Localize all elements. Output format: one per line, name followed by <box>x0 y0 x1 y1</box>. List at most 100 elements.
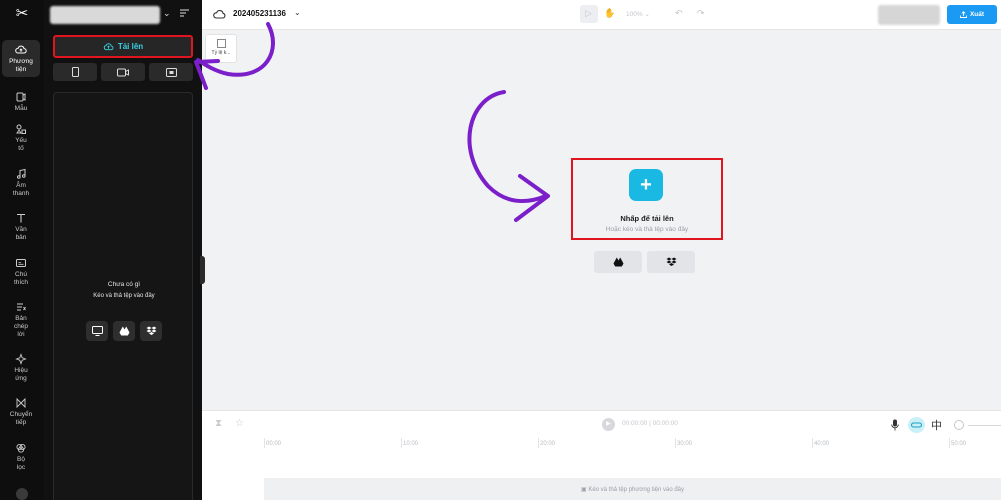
ruler-tick-line <box>264 438 265 448</box>
timeline-area: 00:00 10:00 20:00 30:00 40:00 50:00 ▣ Ké… <box>202 438 1001 500</box>
empty-state-title: Chưa có gì <box>107 281 141 288</box>
export-button[interactable]: Xuất <box>947 5 997 24</box>
media-drop-area[interactable]: Chưa có gì Kéo và thả tệp vào đây <box>53 92 193 500</box>
dropbox-button[interactable] <box>647 251 695 273</box>
undo-icon[interactable]: ↶ <box>675 8 683 19</box>
sparkle-star-icon <box>15 353 27 365</box>
monitor-icon <box>91 326 103 336</box>
upload-button[interactable]: Tải lên <box>53 35 193 58</box>
export-icon <box>960 11 967 18</box>
canvas-upload-zone[interactable]: + Nhấp để tải lên Hoặc kéo và thả tệp và… <box>571 158 723 240</box>
redo-icon[interactable]: ↷ <box>697 8 705 19</box>
ruler-tick: 00:00 <box>266 441 282 447</box>
hand-icon[interactable]: ✋ <box>604 8 615 19</box>
top-bar: 202405231136 ⌄ ▷ ✋ 100% ⌄ ↶ ↷ Xuất <box>202 0 1001 30</box>
rail-more-button[interactable] <box>16 488 28 500</box>
link-icon <box>910 422 923 428</box>
cursor-icon: ▷ <box>585 8 592 18</box>
video-camera-icon <box>117 68 129 76</box>
dropbox-icon <box>666 257 676 266</box>
text-icon <box>17 213 25 223</box>
magnet-link-button[interactable] <box>908 417 925 433</box>
upload-title: Nhấp để tải lên <box>620 214 674 223</box>
dropbox-icon <box>146 326 156 335</box>
ruler-tick: 50:00 <box>951 441 967 447</box>
phone-icon <box>71 67 79 77</box>
panel-collapse-handle[interactable] <box>200 256 205 284</box>
timeline-zoom-icon[interactable] <box>954 420 964 430</box>
rail-item-label: Phương tiện <box>9 58 33 73</box>
ruler-tick-line <box>538 438 539 448</box>
template-icon <box>16 92 26 102</box>
rail-item-elements[interactable]: Yếu tố <box>2 123 40 153</box>
cloud-icon <box>213 9 226 19</box>
phone-source-button[interactable] <box>53 63 97 81</box>
select-tool-button[interactable]: ▷ <box>580 5 598 23</box>
project-title[interactable]: 202405231136 <box>233 9 286 18</box>
computer-source-button[interactable] <box>86 321 108 341</box>
cloud-upload-icon <box>103 43 114 51</box>
transcript-icon <box>17 303 26 311</box>
rail-item-label: Văn bản <box>15 226 27 241</box>
rail-item-transcript[interactable]: Bản chép lời <box>2 301 40 339</box>
filter-icon <box>16 443 26 453</box>
rail-item-label: Yếu tố <box>15 137 27 152</box>
annotation-arrowhead-center <box>514 174 550 222</box>
chevron-down-icon[interactable]: ⌄ <box>294 8 301 17</box>
keyframe-icon[interactable]: ☆ <box>235 418 244 429</box>
microphone-icon[interactable] <box>891 419 899 431</box>
media-panel: ⌄ Tải lên Chưa có gì Kéo và thả tệp vào … <box>44 0 202 500</box>
dropbox-source-button[interactable] <box>140 321 162 341</box>
annotation-arrow-center <box>467 90 548 204</box>
google-drive-button[interactable] <box>594 251 642 273</box>
rail-item-label: Bản chép lời <box>13 315 29 338</box>
ruler-tick-line <box>949 438 950 448</box>
empty-state-subtitle: Kéo và thả tệp vào đây <box>93 293 155 299</box>
rail-item-label: Chuyển tiếp <box>9 411 33 426</box>
play-button[interactable]: ▶ <box>602 418 615 431</box>
rail-item-text[interactable]: Văn bản <box>2 212 40 242</box>
rail-item-filters[interactable]: Bộ lọc <box>2 442 40 472</box>
add-media-button[interactable]: + <box>629 169 663 201</box>
screen-record-icon <box>165 67 177 77</box>
track-hint: ▣ Kéo và thả tệp phương tiện vào đây <box>580 487 685 493</box>
rail-item-audio[interactable]: Âm thanh <box>2 168 40 198</box>
rail-item-label: Chú thích <box>13 271 29 286</box>
rail-item-media[interactable]: Phương tiện <box>2 40 40 77</box>
main-track-drop-zone[interactable]: ▣ Kéo và thả tệp phương tiện vào đây <box>264 478 1001 500</box>
google-drive-icon <box>119 326 129 336</box>
captions-icon <box>16 259 26 267</box>
track-split-icon[interactable]: 中 <box>931 417 942 433</box>
record-screen-button[interactable] <box>149 63 193 81</box>
workspace-name[interactable] <box>50 6 160 24</box>
rail-item-transitions[interactable]: Chuyển tiếp <box>2 397 40 427</box>
capcut-logo-icon: ✂ <box>15 5 29 22</box>
ruler-tick-line <box>812 438 813 448</box>
timeline-toolbar: ⧗ ☆ ▶ 00:00:00 | 00:00:00 中 <box>202 410 1001 438</box>
timeline-zoom-slider[interactable] <box>968 425 1001 426</box>
ruler-tick: 10:00 <box>403 441 419 447</box>
sort-icon[interactable] <box>180 9 189 17</box>
aspect-ratio-label: Tỷ lệ k... <box>211 50 231 56</box>
ruler-tick: 20:00 <box>540 441 556 447</box>
rail-item-effects[interactable]: Hiệu ứng <box>2 353 40 383</box>
music-note-icon <box>17 168 26 179</box>
rail-item-templates[interactable]: Mẫu <box>2 91 40 113</box>
record-camera-button[interactable] <box>101 63 145 81</box>
upload-button-label: Tải lên <box>117 42 144 51</box>
rail-item-captions[interactable]: Chú thích <box>2 257 40 287</box>
upload-subtitle: Hoặc kéo và thả tệp vào đây <box>605 226 689 233</box>
zoom-level[interactable]: 100% ⌄ <box>626 10 650 18</box>
google-drive-source-button[interactable] <box>113 321 135 341</box>
account-area[interactable] <box>878 5 940 25</box>
transition-icon <box>16 397 26 409</box>
split-tool-icon[interactable]: ⧗ <box>215 418 222 429</box>
chevron-down-icon[interactable]: ⌄ <box>163 8 171 19</box>
left-rail: ✂ Phương tiện Mẫu Yếu tố Âm thanh Văn bản Ch… <box>0 0 44 500</box>
aspect-ratio-button[interactable]: Tỷ lệ k... <box>205 34 237 63</box>
export-button-label: Xuất <box>969 11 985 18</box>
rail-item-label: Bộ lọc <box>16 456 26 471</box>
cloud-upload-icon <box>15 45 27 54</box>
rail-item-label: Âm thanh <box>12 182 30 197</box>
ruler-tick-line <box>401 438 402 448</box>
